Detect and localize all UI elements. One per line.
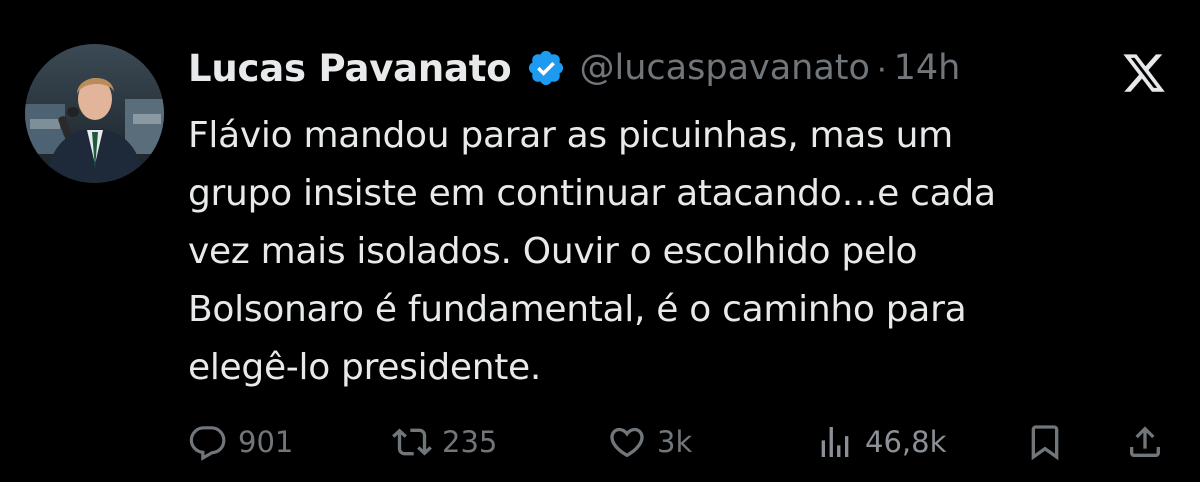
user-handle[interactable]: @lucaspavanato — [580, 48, 870, 88]
share-icon — [1130, 426, 1160, 457]
reply-button[interactable]: 901 — [188, 414, 293, 470]
views-count: 46,8k — [865, 425, 947, 459]
bookmark-button[interactable] — [1025, 414, 1065, 470]
repost-button[interactable]: 235 — [392, 414, 497, 470]
avatar[interactable] — [25, 44, 164, 183]
like-count: 3k — [657, 425, 693, 459]
heart-icon — [610, 427, 644, 458]
separator-dot: · — [875, 48, 888, 87]
bookmark-icon — [1031, 425, 1059, 461]
reply-count: 901 — [238, 425, 294, 459]
timestamp[interactable]: 14h — [894, 48, 961, 88]
display-name[interactable]: Lucas Pavanato — [188, 47, 512, 90]
avatar-photo — [25, 44, 164, 183]
verified-badge-icon[interactable] — [526, 48, 566, 88]
x-logo-icon — [1118, 50, 1170, 96]
like-button[interactable]: 3k — [607, 414, 692, 470]
tweet-card[interactable]: Lucas Pavanato @lucaspavanato · 14h Fláv… — [0, 0, 1200, 482]
views-chart-icon — [821, 427, 849, 457]
repost-count: 235 — [442, 425, 498, 459]
reply-icon — [189, 426, 226, 461]
views-button[interactable]: 46,8k — [815, 414, 946, 470]
action-bar: 901 235 3k 46,8k — [0, 414, 1200, 470]
tweet-text: Flávio mandou parar as picuinhas, mas um… — [188, 115, 996, 388]
share-button[interactable] — [1125, 414, 1165, 470]
repost-icon — [392, 428, 432, 456]
tweet-header: Lucas Pavanato @lucaspavanato · 14h — [188, 44, 960, 92]
